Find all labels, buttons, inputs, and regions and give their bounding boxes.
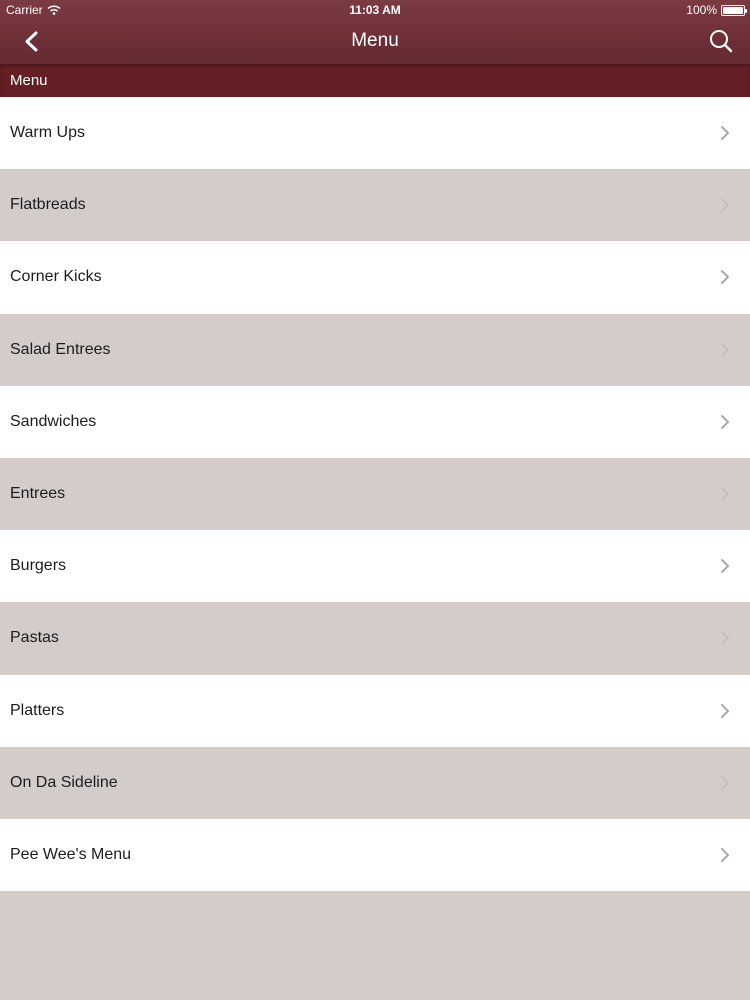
- menu-item-label: Sandwiches: [10, 412, 97, 430]
- chevron-right-icon: [721, 342, 729, 357]
- menu-item-label: Corner Kicks: [10, 268, 102, 286]
- menu-item[interactable]: Flatbreads: [0, 169, 750, 242]
- menu-item[interactable]: On Da Sideline: [0, 746, 750, 819]
- chevron-right-icon: [721, 198, 729, 213]
- status-battery: 100%: [686, 3, 747, 17]
- menu-item-label: Burgers: [10, 557, 67, 575]
- chevron-right-icon: [721, 847, 729, 862]
- top-bar: Carrier 11:03 AM 100% Menu: [0, 0, 750, 64]
- status-bar: Carrier 11:03 AM 100%: [0, 0, 750, 20]
- search-button[interactable]: [700, 26, 736, 58]
- menu-item[interactable]: Corner Kicks: [0, 241, 750, 314]
- chevron-right-icon: [721, 486, 729, 501]
- menu-item[interactable]: Warm Ups: [0, 97, 750, 170]
- menu-item-label: Salad Entrees: [10, 340, 111, 358]
- chevron-right-icon: [721, 270, 729, 285]
- menu-item[interactable]: Platters: [0, 674, 750, 747]
- menu-item-label: Pastas: [10, 629, 59, 647]
- menu-item-label: On Da Sideline: [10, 773, 118, 791]
- menu-item-label: Platters: [10, 701, 65, 719]
- chevron-right-icon: [721, 414, 729, 429]
- page-title: Menu: [351, 30, 399, 51]
- menu-item-label: Entrees: [10, 485, 66, 503]
- battery-icon: [721, 4, 747, 16]
- section-header: Menu: [0, 64, 750, 97]
- nav-bar: Menu: [0, 20, 750, 64]
- menu-item[interactable]: Salad Entrees: [0, 313, 750, 386]
- battery-percent: 100%: [686, 3, 717, 17]
- chevron-right-icon: [721, 559, 729, 574]
- chevron-right-icon: [721, 775, 729, 790]
- menu-item[interactable]: Pee Wee's Menu: [0, 818, 750, 892]
- menu-item[interactable]: Pastas: [0, 602, 750, 675]
- menu-item-label: Flatbreads: [10, 196, 86, 214]
- status-time: 11:03 AM: [349, 3, 401, 17]
- chevron-right-icon: [721, 126, 729, 140]
- menu-item[interactable]: Sandwiches: [0, 385, 750, 458]
- menu-item-label: Warm Ups: [10, 124, 85, 142]
- menu-list: Warm Ups Flatbreads Corner Kicks Salad Entr…: [0, 97, 750, 892]
- search-icon: [710, 30, 733, 53]
- menu-item[interactable]: Entrees: [0, 457, 750, 531]
- menu-item-label: Pee Wee's Menu: [10, 845, 132, 863]
- chevron-right-icon: [721, 631, 729, 646]
- menu-item[interactable]: Burgers: [0, 530, 750, 603]
- chevron-right-icon: [721, 703, 729, 718]
